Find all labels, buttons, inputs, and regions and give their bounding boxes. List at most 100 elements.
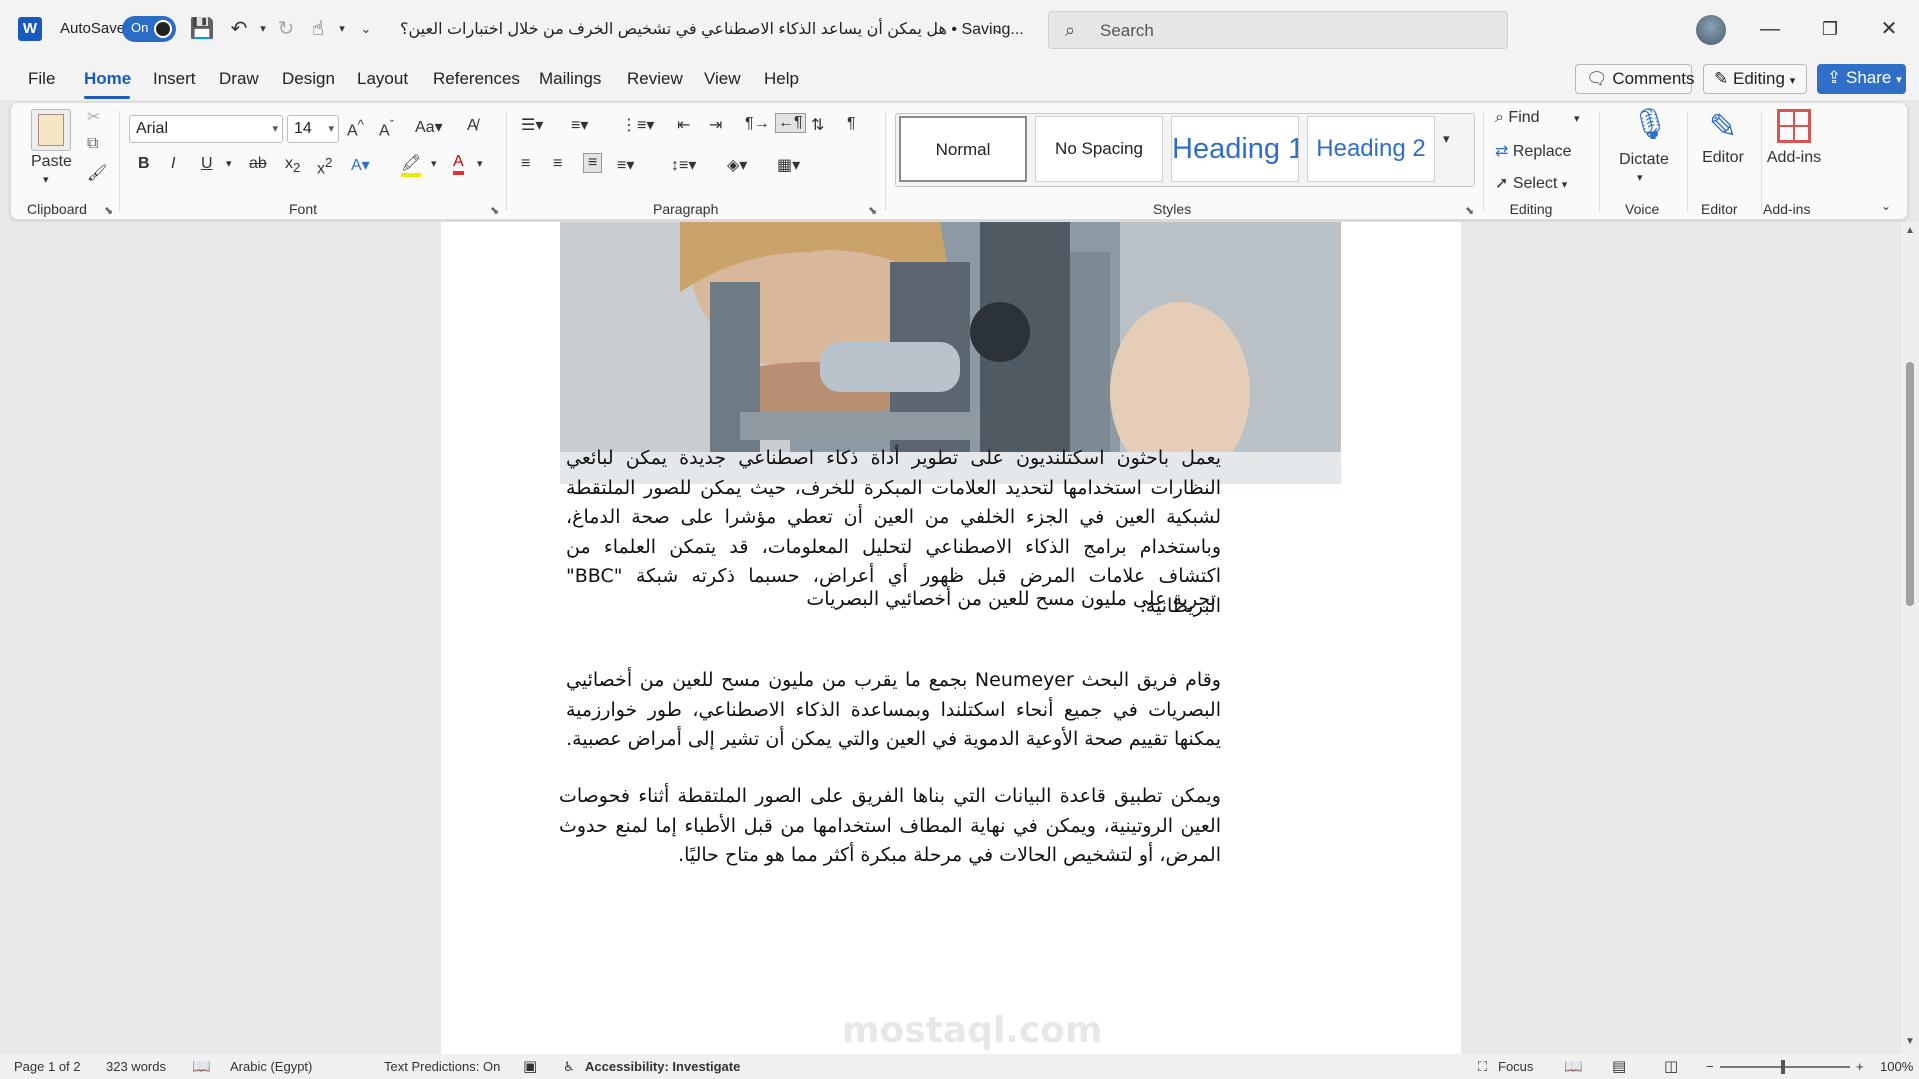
paste-dropdown-icon[interactable]: ▾ <box>43 173 49 186</box>
tab-references[interactable]: References <box>433 69 520 89</box>
addins-icon[interactable] <box>1765 109 1823 147</box>
zoom-in-icon[interactable]: + <box>1856 1059 1864 1074</box>
dictate-label[interactable]: Dictate <box>1607 151 1681 169</box>
cut-icon[interactable]: ✂ <box>87 107 100 127</box>
editor-label[interactable]: Editor <box>1693 149 1753 167</box>
document-page[interactable]: يعمل باحثون اسكتلنديون على تطوير أداة ذك… <box>441 222 1461 1054</box>
justify-icon[interactable]: ≡▾ <box>617 155 634 175</box>
editing-mode-button[interactable]: ✎ Editing ▾ <box>1703 64 1807 94</box>
macro-recording-icon[interactable]: ▣ <box>523 1057 537 1075</box>
subscript-icon[interactable]: x2 <box>285 155 300 175</box>
underline-icon[interactable]: U <box>201 155 213 173</box>
page-count[interactable]: Page 1 of 2 <box>14 1059 81 1074</box>
font-name-select[interactable]: Arial ▾ <box>129 115 283 143</box>
zoom-out-icon[interactable]: − <box>1706 1059 1714 1074</box>
underline-dropdown-icon[interactable]: ▾ <box>226 157 232 170</box>
close-icon[interactable]: ✕ <box>1874 14 1904 44</box>
search-input[interactable]: ⌕ Search <box>1048 11 1508 49</box>
find-button[interactable]: ⌕ Find ▾ <box>1495 109 1580 127</box>
increase-indent-icon[interactable]: ⇥ <box>709 115 722 135</box>
accessibility-status[interactable]: Accessibility: Investigate <box>585 1059 740 1074</box>
save-icon[interactable]: 💾 <box>189 16 215 42</box>
copy-icon[interactable]: ⧉ <box>87 135 98 153</box>
style-no-spacing[interactable]: No Spacing <box>1035 116 1163 182</box>
shading-icon[interactable]: ◈▾ <box>727 155 747 175</box>
font-size-select[interactable]: 14 ▾ <box>287 115 339 143</box>
comments-button[interactable]: 🗨 Comments <box>1575 64 1695 94</box>
dictate-dropdown-icon[interactable]: ▾ <box>1637 171 1643 184</box>
bold-icon[interactable]: B <box>138 155 150 173</box>
style-heading-1[interactable]: Heading 1 <box>1171 116 1299 182</box>
print-layout-icon[interactable]: ▤ <box>1612 1057 1626 1075</box>
share-button[interactable]: ⇪ Share ▾ <box>1817 64 1906 94</box>
vertical-scrollbar[interactable]: ▲ ▼ <box>1901 222 1919 1054</box>
minimize-icon[interactable]: — <box>1755 14 1785 44</box>
language-status[interactable]: Arabic (Egypt) <box>230 1059 312 1074</box>
tab-insert[interactable]: Insert <box>153 69 196 89</box>
rtl-icon[interactable]: ←¶ <box>775 113 806 133</box>
font-launcher-icon[interactable]: ⬊ <box>490 204 499 217</box>
tab-layout[interactable]: Layout <box>357 69 408 89</box>
paragraph-3[interactable]: ويمكن تطبيق قاعدة البيانات التي بناها ال… <box>559 782 1221 871</box>
tab-mailings[interactable]: Mailings <box>539 69 601 89</box>
clipboard-launcher-icon[interactable]: ⬊ <box>104 204 113 217</box>
show-formatting-marks-icon[interactable]: ¶ <box>847 115 856 133</box>
editor-icon[interactable]: ✎ <box>1697 107 1749 147</box>
zoom-level[interactable]: 100% <box>1880 1059 1913 1074</box>
paragraph-2[interactable]: وقام فريق البحث Neumeyer بجمع ما يقرب من… <box>566 666 1221 755</box>
numbering-icon[interactable]: ≡▾ <box>571 115 588 135</box>
align-left-icon[interactable]: ≡ <box>521 155 530 173</box>
replace-button[interactable]: ⇄ Replace <box>1495 141 1572 161</box>
borders-icon[interactable]: ▦▾ <box>777 155 800 175</box>
font-color-dropdown-icon[interactable]: ▾ <box>477 157 483 170</box>
restore-icon[interactable]: ❐ <box>1815 14 1845 44</box>
tab-help[interactable]: Help <box>764 69 799 89</box>
tab-file[interactable]: File <box>28 69 55 89</box>
align-center-icon[interactable]: ≡ <box>553 155 562 173</box>
styles-more-icon[interactable]: ▾ <box>1443 131 1450 147</box>
accessibility-icon[interactable]: ♿ <box>563 1059 575 1075</box>
zoom-slider[interactable] <box>1720 1066 1850 1068</box>
highlight-dropdown-icon[interactable]: ▾ <box>431 157 437 170</box>
redo-icon[interactable]: ↻ <box>273 16 299 42</box>
focus-icon[interactable]: ⛶ <box>1478 1059 1487 1075</box>
style-normal[interactable]: Normal <box>899 116 1027 182</box>
zoom-slider-knob[interactable] <box>1781 1060 1785 1074</box>
multilevel-list-icon[interactable]: ⋮≡▾ <box>621 115 654 135</box>
tab-view[interactable]: View <box>704 69 741 89</box>
clear-formatting-icon[interactable]: A̸ <box>467 117 478 135</box>
autosave-toggle[interactable]: On <box>122 16 176 42</box>
section-heading[interactable]: تجربة على مليون مسح للعين من أخصائيي الب… <box>780 585 1216 615</box>
italic-icon[interactable]: I <box>171 155 175 173</box>
scroll-down-icon[interactable]: ▼ <box>1905 1036 1915 1047</box>
shrink-font-icon[interactable]: Aˇ <box>379 117 394 140</box>
sort-icon[interactable]: ⇅ <box>811 115 824 135</box>
scroll-up-icon[interactable]: ▲ <box>1905 225 1915 236</box>
quick-access-more-icon[interactable]: ⌄ <box>353 16 379 42</box>
styles-launcher-icon[interactable]: ⬊ <box>1465 204 1474 217</box>
customize-dropdown-icon[interactable]: ▾ <box>329 16 355 42</box>
tab-review[interactable]: Review <box>627 69 683 89</box>
ltr-icon[interactable]: ¶→ <box>745 115 770 133</box>
paste-button-label[interactable]: Paste <box>31 153 72 171</box>
format-painter-icon[interactable]: 🖌 <box>87 163 107 183</box>
addins-label[interactable]: Add-ins <box>1759 149 1829 167</box>
bullets-icon[interactable]: ☰▾ <box>521 115 543 135</box>
title-chevron-down-icon[interactable]: ⌄ <box>985 16 1011 42</box>
tab-draw[interactable]: Draw <box>219 69 259 89</box>
grow-font-icon[interactable]: A^ <box>347 117 364 140</box>
paragraph-launcher-icon[interactable]: ⬊ <box>868 204 877 217</box>
focus-label[interactable]: Focus <box>1498 1059 1533 1074</box>
text-effects-icon[interactable]: A▾ <box>351 155 370 175</box>
select-button[interactable]: ➚ Select ▾ <box>1495 173 1567 193</box>
change-case-icon[interactable]: Aa▾ <box>415 117 443 137</box>
tab-design[interactable]: Design <box>282 69 335 89</box>
text-predictions-status[interactable]: Text Predictions: On <box>384 1059 500 1074</box>
line-spacing-icon[interactable]: ↕≡▾ <box>671 155 696 175</box>
undo-icon[interactable]: ↶ <box>226 16 252 42</box>
touch-mode-icon[interactable]: ☝ <box>305 16 331 42</box>
read-mode-icon[interactable]: 📖 <box>1564 1057 1583 1075</box>
collapse-ribbon-icon[interactable]: ⌄ <box>1881 199 1891 213</box>
align-right-icon[interactable]: ≡ <box>583 153 603 173</box>
superscript-icon[interactable]: x2 <box>317 155 332 178</box>
